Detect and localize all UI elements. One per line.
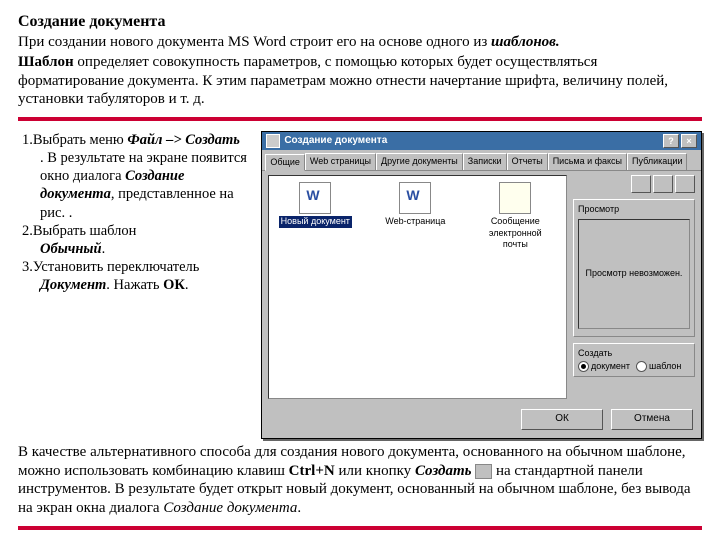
tab-letters[interactable]: Письма и факсы: [548, 153, 627, 170]
template-web-page[interactable]: Web-страница: [375, 182, 455, 227]
create-group: Создать документ шаблон: [573, 343, 695, 378]
text: 2.Выбрать шаблон: [22, 223, 136, 239]
text: 1.Выбрать меню: [22, 132, 127, 148]
radio-name-document: Документ: [40, 277, 106, 293]
envelope-icon: [499, 182, 531, 214]
template-name: Обычный: [40, 241, 102, 257]
view-large-icons-button[interactable]: [631, 175, 651, 193]
bottom-paragraph: В качестве альтернативного способа для с…: [18, 443, 702, 518]
close-button[interactable]: ×: [681, 134, 697, 148]
term-templates: шаблонов.: [491, 34, 560, 50]
preview-group: Просмотр Просмотр невозможен.: [573, 199, 695, 336]
system-icon: [266, 134, 280, 148]
intro-paragraph-1: При создании нового документа MS Word ст…: [18, 33, 702, 52]
radio-dot-icon: [578, 361, 589, 372]
button-name-create: Создать: [415, 463, 472, 479]
tab-other-docs[interactable]: Другие документы: [376, 153, 463, 170]
toolbar-new-doc-icon: [475, 464, 492, 479]
text: .: [185, 277, 189, 293]
intro-paragraph-2: Шаблон определяет совокупность параметро…: [18, 53, 702, 109]
text: . Нажать: [106, 277, 163, 293]
tab-notes[interactable]: Записки: [463, 153, 507, 170]
divider-red: [18, 117, 702, 121]
group-label: Создать: [578, 348, 690, 359]
template-label: Новый документ: [279, 216, 352, 227]
tab-publications[interactable]: Публикации: [627, 153, 687, 170]
cancel-button[interactable]: Отмена: [611, 409, 693, 430]
view-mode-buttons: [573, 175, 695, 193]
tab-reports[interactable]: Отчеты: [507, 153, 548, 170]
button-name-ok: ОК: [163, 277, 185, 293]
text: При создании нового документа MS Word ст…: [18, 34, 491, 50]
dialog-titlebar[interactable]: Создание документа ? ×: [262, 132, 701, 150]
step-3: 3.Установить переключатель Документ. Наж…: [22, 258, 251, 294]
text: .: [297, 500, 301, 516]
view-list-button[interactable]: [653, 175, 673, 193]
ok-button[interactable]: ОК: [521, 409, 603, 430]
word-icon: [399, 182, 431, 214]
group-label: Просмотр: [578, 204, 690, 215]
preview-pane: Просмотр невозможен.: [578, 219, 690, 329]
text: .: [102, 241, 106, 257]
dialog-title: Создание документа: [284, 135, 387, 148]
radio-document[interactable]: документ: [578, 361, 630, 372]
template-new-document[interactable]: Новый документ: [275, 182, 355, 227]
word-icon: [299, 182, 331, 214]
view-details-button[interactable]: [675, 175, 695, 193]
divider-red-bottom: [18, 526, 702, 530]
shortcut-ctrl-n: Ctrl+N: [289, 463, 335, 479]
dialog-name: Создание документа: [163, 500, 297, 516]
template-label: Сообщение электронной почты: [475, 216, 555, 250]
dialog-create-document: Создание документа ? × Общие Web страниц…: [261, 131, 702, 439]
radio-template[interactable]: шаблон: [636, 361, 681, 372]
text: определяет совокупность параметров, с по…: [18, 54, 668, 108]
heading: Создание документа: [18, 12, 702, 32]
template-list[interactable]: Новый документ Web-страница Сообщение эл…: [268, 175, 567, 399]
help-button[interactable]: ?: [663, 134, 679, 148]
steps-list: 1.Выбрать меню Файл –> Создать . В резул…: [18, 131, 251, 439]
text: 3.Установить переключатель: [22, 259, 199, 275]
tab-strip: Общие Web страницы Другие документы Запи…: [262, 150, 701, 171]
step-1: 1.Выбрать меню Файл –> Создать . В резул…: [22, 131, 251, 222]
radio-label: шаблон: [649, 361, 681, 372]
tab-web[interactable]: Web страницы: [305, 153, 376, 170]
step-2: 2.Выбрать шаблон Обычный.: [22, 222, 251, 258]
template-email[interactable]: Сообщение электронной почты: [475, 182, 555, 250]
radio-label: документ: [591, 361, 630, 372]
radio-dot-icon: [636, 361, 647, 372]
tab-general[interactable]: Общие: [265, 154, 305, 171]
term-template: Шаблон: [18, 54, 74, 70]
template-label: Web-страница: [385, 216, 445, 227]
menu-path: Файл –> Создать: [127, 132, 240, 148]
text: или кнопку: [335, 463, 415, 479]
